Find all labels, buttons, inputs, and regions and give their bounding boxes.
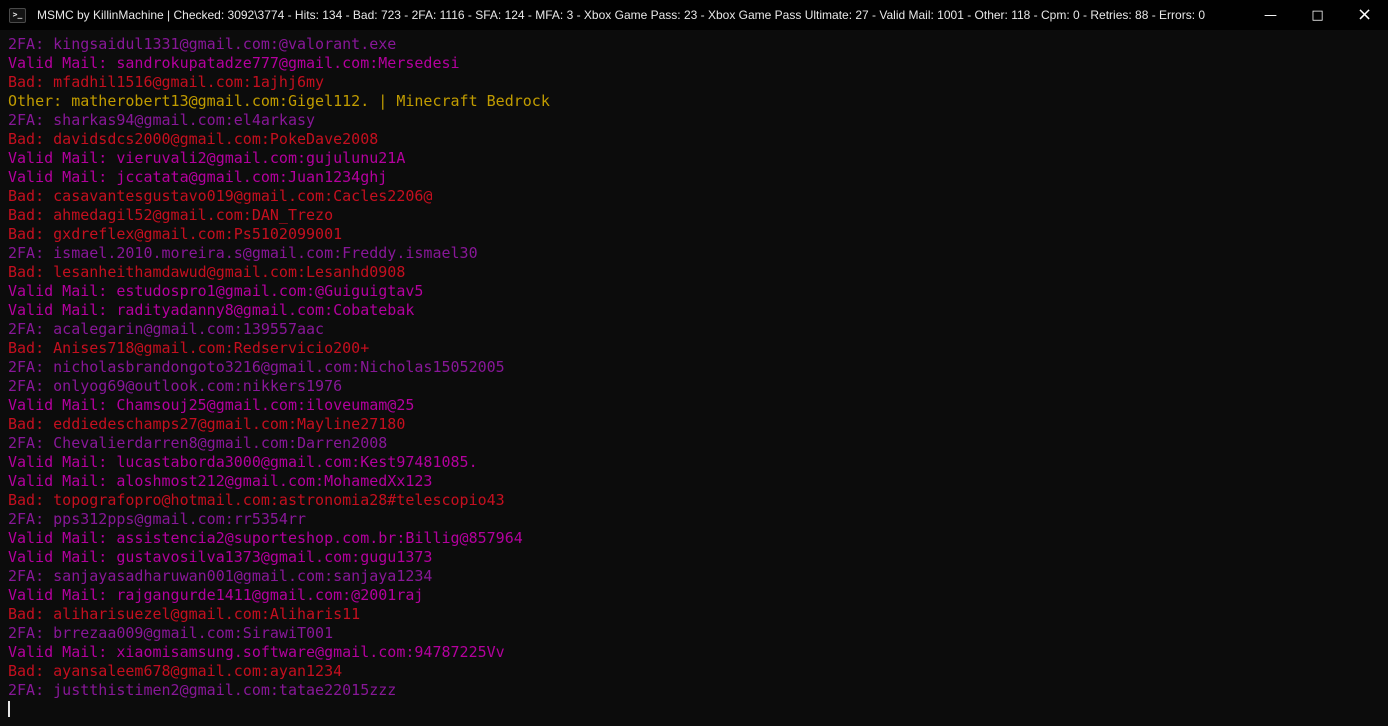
console-line-2fa: 2FA: Chevalierdarren8@gmail.com:Darren20… [8,434,1388,453]
console-line-2fa: 2FA: kingsaidul1331@gmail.com:@valorant.… [8,35,1388,54]
console-line-bad: Bad: topografopro@hotmail.com:astronomia… [8,491,1388,510]
close-icon: × [1357,6,1372,24]
console-app-icon: >_ [9,8,26,23]
console-line-valid-mail: Valid Mail: radityadanny8@gmail.com:Coba… [8,301,1388,320]
console-line-valid-mail: Valid Mail: jccatata@gmail.com:Juan1234g… [8,168,1388,187]
console-line-valid-mail: Valid Mail: estudospro1@gmail.com:@Guigu… [8,282,1388,301]
console-line-valid-mail: Valid Mail: lucastaborda3000@gmail.com:K… [8,453,1388,472]
console-line-bad: Bad: Anises718@gmail.com:Redservicio200+ [8,339,1388,358]
console-line-valid-mail: Valid Mail: rajgangurde1411@gmail.com:@2… [8,586,1388,605]
console-line-2fa: 2FA: sanjayasadharuwan001@gmail.com:sanj… [8,567,1388,586]
console-line-valid-mail: Valid Mail: gustavosilva1373@gmail.com:g… [8,548,1388,567]
maximize-icon: □ [1311,9,1323,22]
console-line-bad: Bad: eddiedeschamps27@gmail.com:Mayline2… [8,415,1388,434]
console-line-bad: Bad: casavantesgustavo019@gmail.com:Cacl… [8,187,1388,206]
console-line-bad: Bad: gxdreflex@gmail.com:Ps5102099001 [8,225,1388,244]
console-line-valid-mail: Valid Mail: Chamsouj25@gmail.com:iloveum… [8,396,1388,415]
console-line-valid-mail: Valid Mail: xiaomisamsung.software@gmail… [8,643,1388,662]
console-line-valid-mail: Valid Mail: vieruvali2@gmail.com:gujulun… [8,149,1388,168]
window-controls: — □ × [1247,0,1388,30]
console-line-2fa: 2FA: justthistimen2@gmail.com:tatae22015… [8,681,1388,700]
close-button[interactable]: × [1341,0,1388,30]
cursor-line [8,700,1388,719]
title-bar: >_ MSMC by KillinMachine | Checked: 3092… [0,0,1388,30]
minimize-button[interactable]: — [1247,0,1294,30]
console-line-bad: Bad: mfadhil1516@gmail.com:1ajhj6my [8,73,1388,92]
console-line-other: Other: matherobert13@gmail.com:Gigel112.… [8,92,1388,111]
console-line-valid-mail: Valid Mail: aloshmost212@gmail.com:Moham… [8,472,1388,491]
console-line-2fa: 2FA: sharkas94@gmail.com:el4arkasy [8,111,1388,130]
console-line-bad: Bad: aliharisuezel@gmail.com:Aliharis11 [8,605,1388,624]
console-line-valid-mail: Valid Mail: sandrokupatadze777@gmail.com… [8,54,1388,73]
console-output[interactable]: 2FA: kingsaidul1331@gmail.com:@valorant.… [0,30,1388,726]
console-line-bad: Bad: ayansaleem678@gmail.com:ayan1234 [8,662,1388,681]
window-title: MSMC by KillinMachine | Checked: 3092\37… [37,8,1247,22]
console-line-bad: Bad: ahmedagil52@gmail.com:DAN_Trezo [8,206,1388,225]
console-line-2fa: 2FA: onlyog69@outlook.com:nikkers1976 [8,377,1388,396]
minimize-icon: — [1264,9,1277,22]
console-line-2fa: 2FA: ismael.2010.moreira.s@gmail.com:Fre… [8,244,1388,263]
maximize-button[interactable]: □ [1294,0,1341,30]
console-line-valid-mail: Valid Mail: assistencia2@suporteshop.com… [8,529,1388,548]
console-line-bad: Bad: davidsdcs2000@gmail.com:PokeDave200… [8,130,1388,149]
console-line-2fa: 2FA: nicholasbrandongoto3216@gmail.com:N… [8,358,1388,377]
console-line-2fa: 2FA: brrezaa009@gmail.com:SirawiT001 [8,624,1388,643]
console-line-2fa: 2FA: pps312pps@gmail.com:rr5354rr [8,510,1388,529]
console-line-bad: Bad: lesanheithamdawud@gmail.com:Lesanhd… [8,263,1388,282]
text-cursor [8,701,10,717]
console-line-2fa: 2FA: acalegarin@gmail.com:139557aac [8,320,1388,339]
